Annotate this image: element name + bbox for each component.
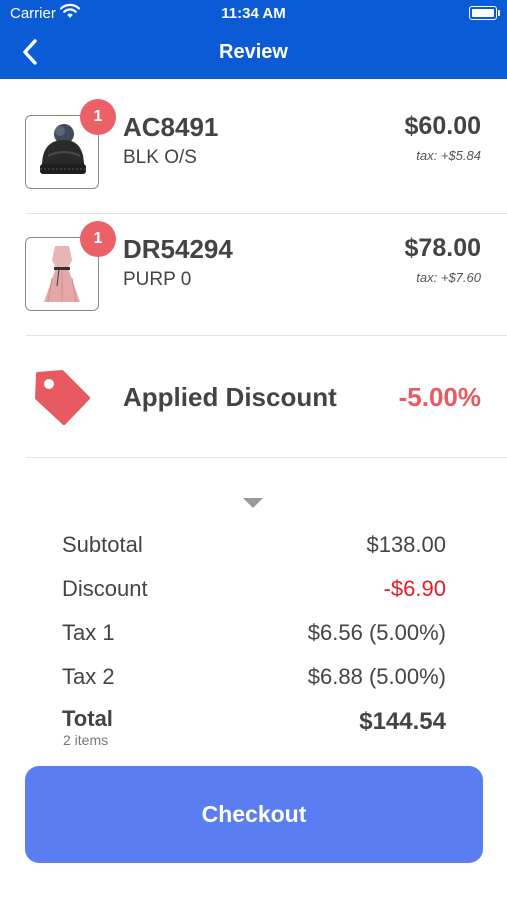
page-title: Review xyxy=(219,41,288,63)
item-variant: PURP 0 xyxy=(123,269,192,290)
divider xyxy=(26,335,507,336)
summary-label: Discount xyxy=(62,576,148,601)
discount-label: Applied Discount xyxy=(123,382,337,412)
collapse-toggle-icon[interactable] xyxy=(243,498,263,508)
cart-item[interactable]: 1 DR54294 PURP 0 $78.00 tax: +$7.60 xyxy=(0,214,507,336)
status-bar: Carrier 11:34 AM xyxy=(0,0,507,28)
item-variant: BLK O/S xyxy=(123,147,197,168)
total-label: Total xyxy=(62,706,113,731)
summary-row-discount: Discount -$6.90 xyxy=(62,576,446,606)
item-tax: tax: +$7.60 xyxy=(416,270,481,285)
summary-row-subtotal: Subtotal $138.00 xyxy=(62,532,446,562)
summary-label: Subtotal xyxy=(62,532,143,557)
battery-icon xyxy=(469,6,500,20)
checkout-button[interactable]: Checkout xyxy=(25,766,483,863)
cart-item[interactable]: 1 AC8491 BLK O/S $60.00 tax: +$5.84 xyxy=(0,92,507,214)
summary-row-tax1: Tax 1 $6.56 (5.00%) xyxy=(62,620,446,650)
quantity-badge: 1 xyxy=(80,99,116,135)
navigation-bar: Carrier 11:34 AM Review xyxy=(0,0,507,79)
divider xyxy=(26,457,507,458)
item-sku: DR54294 xyxy=(123,234,233,264)
quantity-badge: 1 xyxy=(80,221,116,257)
item-tax: tax: +$5.84 xyxy=(416,148,481,163)
item-price: $78.00 xyxy=(404,234,481,262)
total-value: $144.54 xyxy=(359,708,446,735)
summary-value: $138.00 xyxy=(366,532,446,557)
summary-value: $6.88 (5.00%) xyxy=(307,664,446,689)
summary-label: Tax 2 xyxy=(62,664,115,689)
status-time: 11:34 AM xyxy=(221,5,286,22)
item-price: $60.00 xyxy=(404,112,481,140)
summary-value: $6.56 (5.00%) xyxy=(307,620,446,645)
summary-value: -$6.90 xyxy=(383,576,446,601)
item-sku: AC8491 xyxy=(123,112,219,142)
discount-value: -5.00% xyxy=(398,382,481,412)
price-tag-icon xyxy=(32,368,92,426)
summary-row-tax2: Tax 2 $6.88 (5.00%) xyxy=(62,664,446,694)
total-items-count: 2 items xyxy=(63,732,109,748)
summary-label: Tax 1 xyxy=(62,620,115,645)
